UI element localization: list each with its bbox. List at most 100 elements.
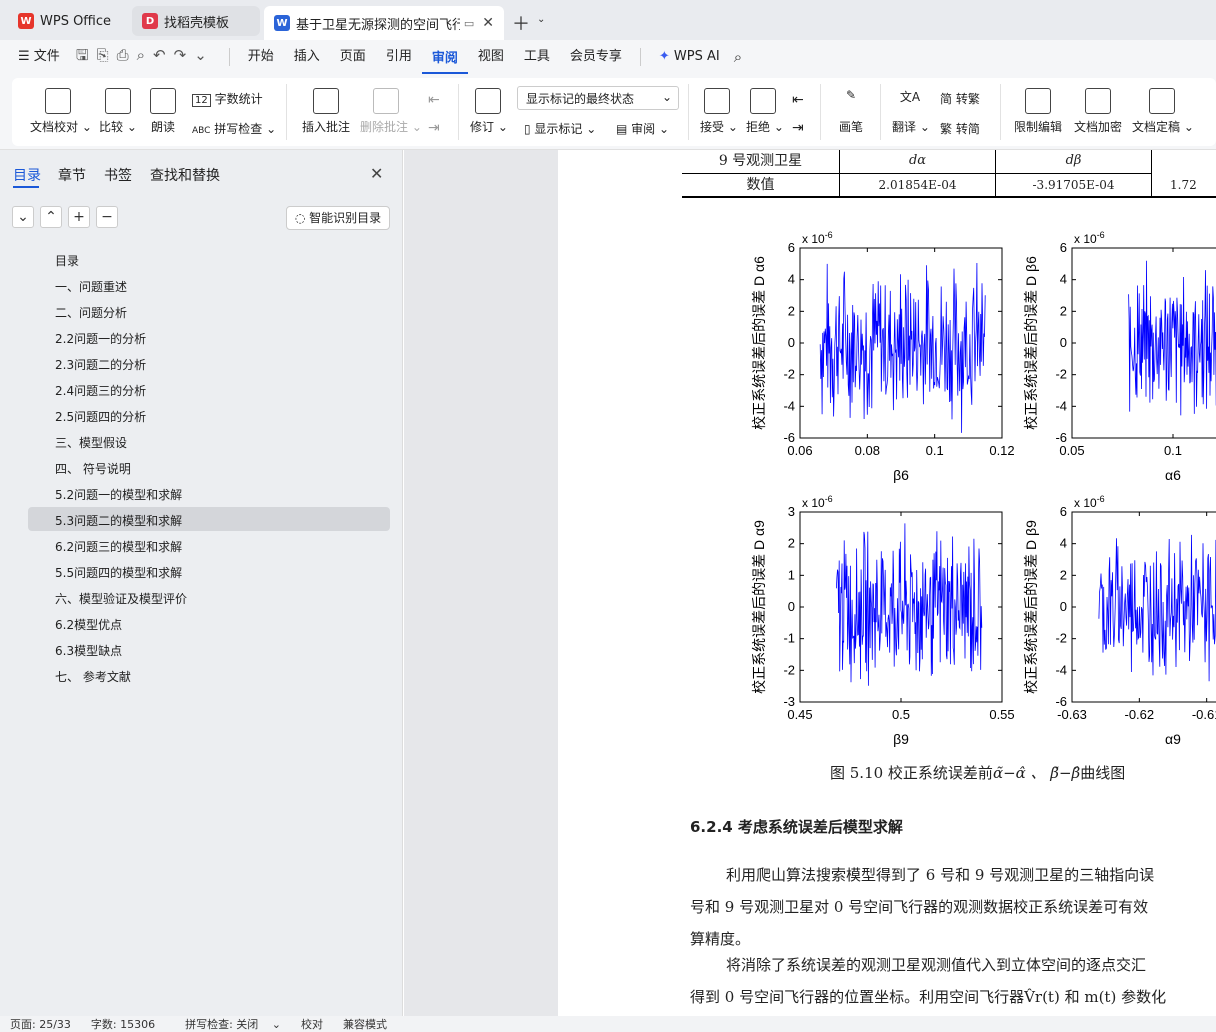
table-cell: 数值 [682,174,840,196]
spell-check-indicator[interactable]: 拼写检查: 关闭 ⌄ [165,1016,291,1032]
doc-proof-button[interactable]: 文档校对 ⌄ [30,88,92,135]
accept-button[interactable]: 接受 ⌄ [700,88,738,135]
to-traditional-button[interactable]: 简 转繁 [940,90,980,107]
menu-review[interactable]: 审阅 [421,44,468,74]
quick-access-toolbar: 🖫⎘⎙⌕↶↷⌄ [70,45,221,70]
prev-comment-icon[interactable]: ⇤ [428,92,440,108]
toc-item[interactable]: 目录 [55,252,79,269]
figure-plots: -6-4-202460.06 0.08 0.1 0.12x 10-6β6校正系统误差后… [751,230,1216,747]
page-indicator[interactable]: 页面: 25/33 [0,1016,81,1032]
toc-item[interactable]: 5.5问题四的模型和求解 [55,564,182,581]
y-tick-label: 0 [1060,335,1067,350]
word-count-indicator[interactable]: 字数: 15306 [81,1016,165,1032]
redo-icon[interactable]: ↷ [174,46,195,64]
y-tick-label: -1 [783,631,795,646]
sidebar-tab-chapter[interactable]: 章节 [58,165,86,185]
to-simplified-button[interactable]: 繁 转简 [940,120,980,137]
encrypt-button[interactable]: 文档加密 [1072,88,1124,135]
toc-item[interactable]: 6.3模型缺点 [55,642,122,659]
x-tick-label: 0.45 [787,707,812,722]
toc-item[interactable]: 2.4问题三的分析 [55,382,146,399]
revise-button[interactable]: 修订 ⌄ [470,88,508,135]
translate-button[interactable]: 文A 翻译 ⌄ [892,88,930,135]
menu-start[interactable]: 开始 [238,40,284,74]
spell-check-button[interactable]: ABC 拼写检查 ⌄ [192,120,276,137]
toc-item[interactable]: 5.2问题一的模型和求解 [55,486,182,503]
toc-item[interactable]: 七、 参考文献 [55,668,131,685]
y-axis-label: 校正系统误差后的误差 D β6 [1023,256,1039,430]
wps-ai-button[interactable]: ✦ WPS AI [649,40,730,74]
compare-button[interactable]: 比较 ⌄ [98,88,138,135]
toc-item[interactable]: 三、模型假设 [55,434,127,451]
reject-button[interactable]: 拒绝 ⌄ [746,88,784,135]
sidebar-tab-find-replace[interactable]: 查找和替换 [150,165,220,185]
menu-tools[interactable]: 工具 [514,40,560,74]
smart-toc-button[interactable]: ◌ 智能识别目录 [286,206,390,230]
accept-icon [704,88,730,114]
export-icon[interactable]: ⎘ [97,46,117,64]
proof-indicator[interactable]: 校对 [291,1016,333,1032]
print-preview-icon[interactable]: ⌕ [137,46,153,64]
finalize-button[interactable]: 文档定稿 ⌄ [1132,88,1194,135]
tab-current-document[interactable]: W 基于卫星无源探测的空间飞行器 ▭ ✕ [264,6,504,40]
hamburger-icon: ☰ [18,49,34,64]
toc-item[interactable]: 2.2问题一的分析 [55,330,146,347]
collapse-chevron-icon[interactable]: ⌄ [12,206,34,228]
toc-item[interactable]: 6.2模型优点 [55,616,122,633]
next-comment-icon[interactable]: ⇥ [428,120,440,136]
y-tick-label: -2 [783,662,795,677]
tab-docer[interactable]: D 找稻壳模板 [132,6,260,36]
insert-comment-button[interactable]: 插入批注 [300,88,352,135]
x-tick-label: 0.1 [926,443,944,458]
table-header-cell: dα [840,150,996,174]
sidebar-tab-bookmark[interactable]: 书签 [104,165,132,185]
toc-item[interactable]: 一、问题重述 [55,278,127,295]
toc-item[interactable]: 2.3问题二的分析 [55,356,146,373]
add-heading-icon[interactable]: + [68,206,90,228]
section-heading: 6.2.4 考虑系统误差后模型求解 [690,818,903,836]
menu-vip[interactable]: 会员专享 [560,40,632,74]
delete-comment-button[interactable]: 删除批注 ⌄ [360,88,422,135]
exponent-superscript: -6 [825,230,833,240]
toc-item[interactable]: 四、 符号说明 [55,460,131,477]
word-count-button[interactable]: 12 字数统计 [192,90,263,107]
close-tab-icon[interactable]: ✕ [482,15,494,31]
review-ribbon: 文档校对 ⌄ 比较 ⌄ 朗读 12 字数统计 ABC 拼写检查 ⌄ 插入批注 删… [0,74,1216,150]
more-chevron-icon[interactable]: ⌄ [194,46,215,64]
remove-heading-icon[interactable]: − [96,206,118,228]
restrict-edit-button[interactable]: 限制编辑 [1012,88,1064,135]
y-tick-label: 0 [1060,599,1067,614]
prev-change-icon[interactable]: ⇤ [792,92,804,108]
menu-view[interactable]: 视图 [468,40,514,74]
x-tick-label: 0.1 [1164,443,1182,458]
search-icon[interactable]: ⌕ [730,48,746,66]
chevron-down-icon[interactable]: ⌄ [537,14,545,25]
print-icon[interactable]: ⎙ [117,46,137,64]
read-aloud-button[interactable]: 朗读 [148,88,178,135]
undo-icon[interactable]: ↶ [153,46,174,64]
show-markup-button[interactable]: ▯ 显示标记 ⌄ [524,120,596,137]
toc-item[interactable]: 5.3问题二的模型和求解 [55,512,182,529]
close-icon[interactable]: ✕ [370,164,383,183]
next-change-icon[interactable]: ⇥ [792,120,804,136]
file-menu[interactable]: ☰ 文件 [0,40,70,74]
toc-item[interactable]: 2.5问题四的分析 [55,408,146,425]
tab-wps-office[interactable]: W WPS Office [8,6,124,36]
toc-item[interactable]: 六、模型验证及模型评价 [55,590,187,607]
restrict-edit-icon [1025,88,1051,114]
save-icon[interactable]: 🖫 [76,46,97,64]
menu-page[interactable]: 页面 [330,40,376,74]
toc-item[interactable]: 6.2问题三的模型和求解 [55,538,182,555]
word-count-icon: 12 [192,94,211,107]
exponent-superscript: -6 [1097,230,1105,240]
pen-button[interactable]: ✎ 画笔 [836,88,866,135]
toc-item[interactable]: 二、问题分析 [55,304,127,321]
menu-reference[interactable]: 引用 [376,40,422,74]
review-pane-button[interactable]: ▤ 审阅 ⌄ [616,120,669,137]
markup-state-select[interactable]: 显示标记的最终状态 ⌄ [517,86,679,110]
menu-bar: ☰ 文件 🖫⎘⎙⌕↶↷⌄ 开始 插入 页面 引用 审阅 视图 工具 会员专享 ✦… [0,40,1216,74]
expand-chevron-icon[interactable]: ⌃ [40,206,62,228]
new-tab-plus-icon[interactable]: ＋ [512,10,530,36]
menu-insert[interactable]: 插入 [284,40,330,74]
sidebar-tab-toc[interactable]: 目录 [13,165,41,185]
